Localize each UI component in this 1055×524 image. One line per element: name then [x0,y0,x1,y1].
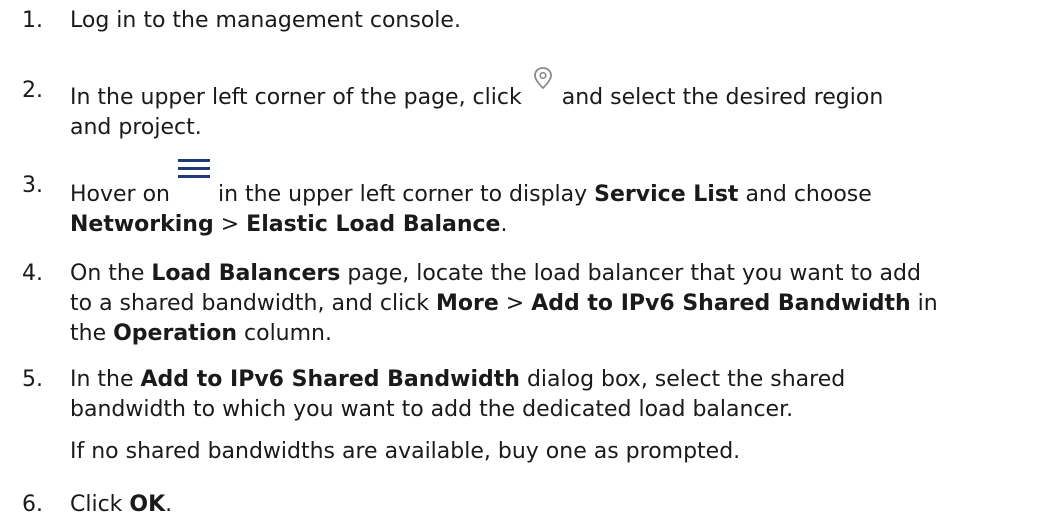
step-text: in the upper left corner to display [218,182,588,207]
step-number: 2. [22,78,43,103]
step-line: Click OK. [70,490,1045,520]
menu-separator: > [505,291,525,316]
step-body: Click OK. [70,490,1045,520]
location-pin-icon [528,67,558,106]
step-text: and project. [70,115,202,140]
step-bold-text: OK [129,492,166,517]
step-bold-text: Add to IPv6 Shared Bandwidth [531,291,911,316]
step-text: dialog box, select the shared [526,367,846,392]
hamburger-menu-icon [176,159,212,201]
step-note: If no shared bandwidths are available, b… [70,439,741,464]
step-line: Hover on in the upper left corner to disp… [70,159,1045,210]
step-line: In the Add to IPv6 Shared Bandwidth dial… [70,365,1045,395]
step-number: 6. [22,492,43,517]
step-text: to a shared bandwidth, and click [70,291,430,316]
step-line: On the Load Balancers page, locate the l… [70,259,1045,289]
step-text: page, locate the load balancer that you … [347,261,921,286]
step-bold-text: Service List [594,182,739,207]
step-text: Hover on [70,182,170,207]
step-bold-text: Load Balancers [151,261,341,286]
step-number: 1. [22,8,43,33]
step-text: . [165,492,173,517]
step-line: Networking > Elastic Load Balance. [70,210,1045,240]
step-body: On the Load Balancers page, locate the l… [70,259,1045,349]
step-bold-text: Networking [70,212,214,237]
step-body: In the upper left corner of the page, cl… [70,67,1045,143]
step-bold-text: More [436,291,499,316]
step-text: the [70,321,107,346]
step-text: On the [70,261,145,286]
step-text: . [500,212,508,237]
step-line: the Operation column. [70,319,1045,349]
procedure-steps: 1. Log in to the management console. 2. … [0,0,1055,524]
step-number: 4. [22,261,43,286]
step-text: Click [70,492,123,517]
step-body: Log in to the management console. [70,6,1045,36]
step-text: In the upper left corner of the page, cl… [70,85,522,110]
step-text: bandwidth to which you want to add the d… [70,397,794,422]
menu-separator: > [220,212,240,237]
step-line: In the upper left corner of the page, cl… [70,67,1045,113]
step-text: and select the desired region [561,85,884,110]
step-line: to a shared bandwidth, and click More > … [70,289,1045,319]
step-number: 5. [22,367,43,392]
step-text: column. [244,321,332,346]
step-text: In the [70,367,134,392]
step-bold-text: Add to IPv6 Shared Bandwidth [140,367,520,392]
step-body: Hover on in the upper left corner to disp… [70,159,1045,240]
step-bold-text: Operation [113,321,238,346]
step-number: 3. [22,173,43,198]
step-body: In the Add to IPv6 Shared Bandwidth dial… [70,365,1045,467]
step-bold-text: Elastic Load Balance [246,212,501,237]
step-text: Log in to the management console. [70,8,461,33]
step-text: in [917,291,938,316]
step-text: and choose [745,182,872,207]
